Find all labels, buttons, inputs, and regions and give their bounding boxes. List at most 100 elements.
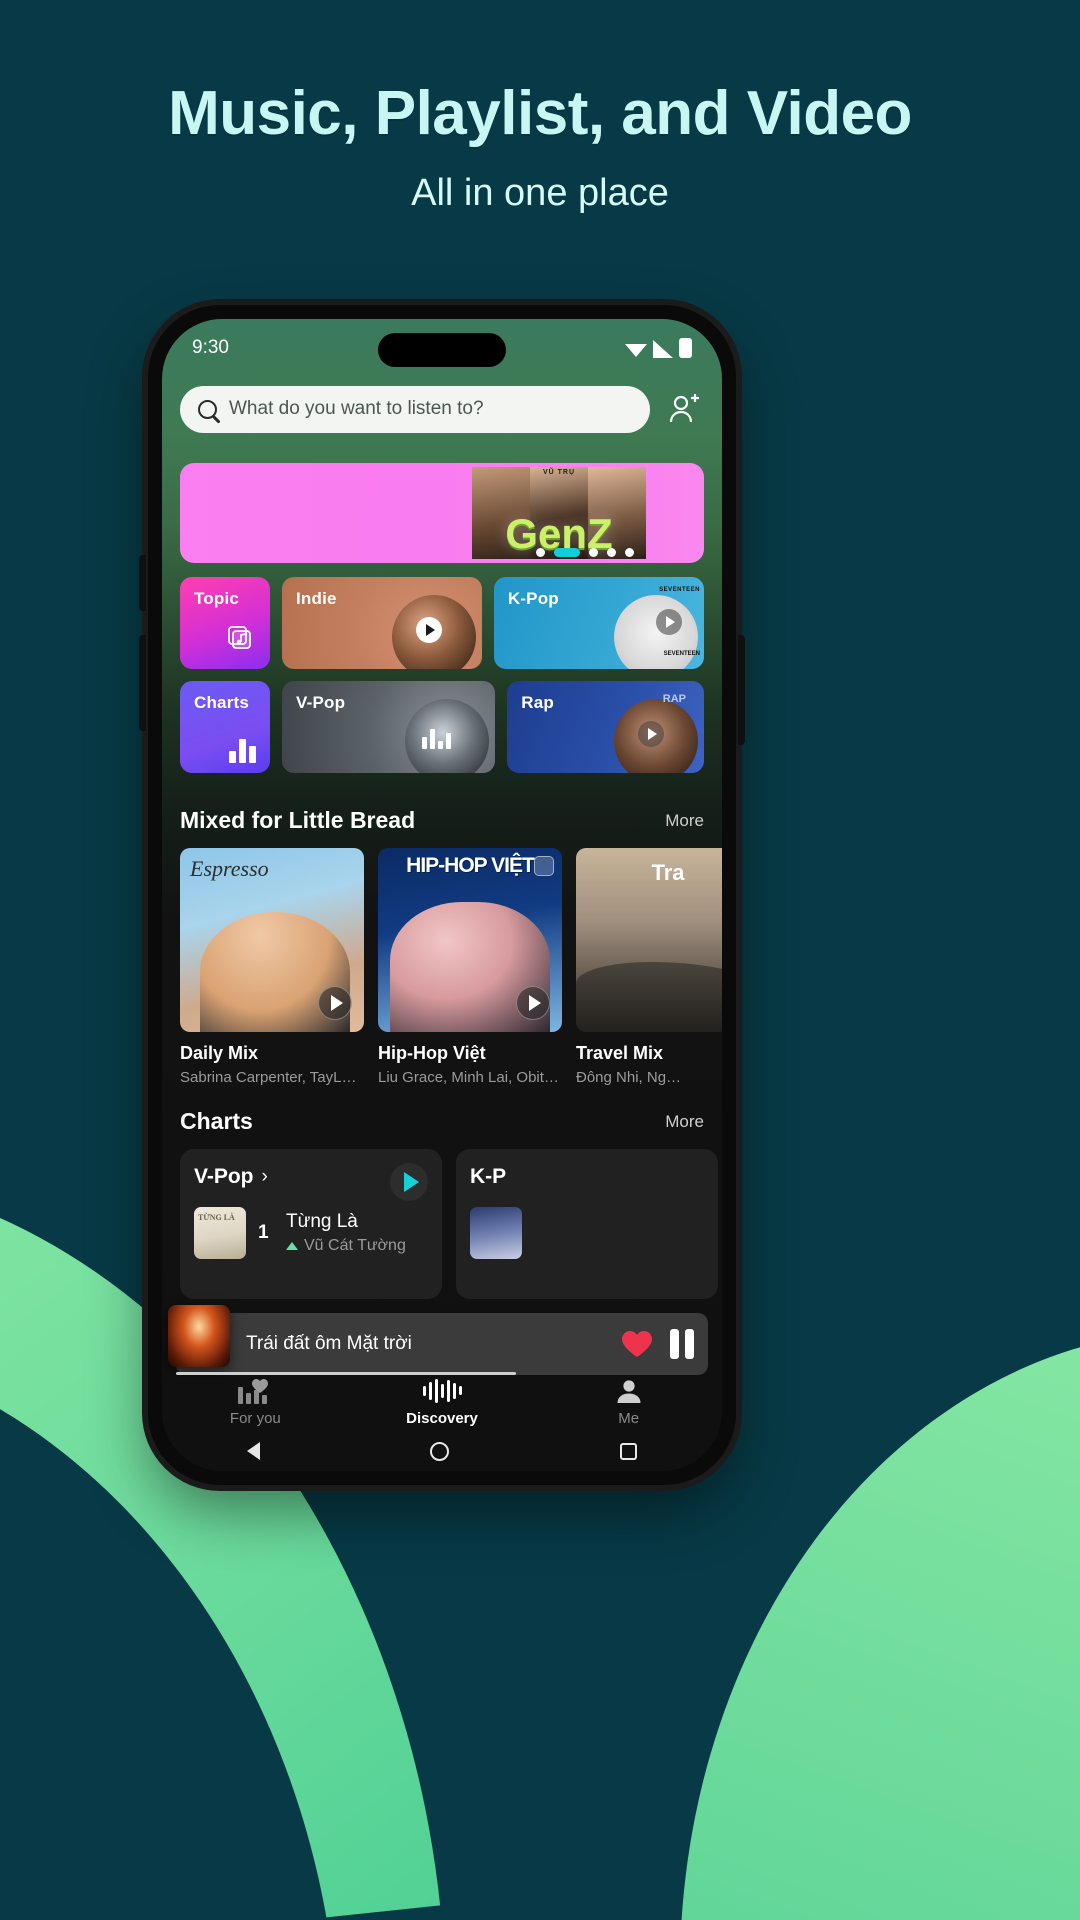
banner-kicker: VŨ TRỤ bbox=[542, 469, 576, 476]
mix-card-title: Hip-Hop Việt bbox=[378, 1043, 486, 1063]
promo-banner[interactable]: VŨ TRỤ GenZ Digitalk PLAYLIST bbox=[180, 463, 704, 563]
tile-row-2: Charts V-Pop Rap RAP bbox=[162, 681, 722, 773]
tile-row-1: Topic Indie K-Pop SEVENTEEN SEVENTEEN bbox=[162, 577, 722, 669]
chart-card[interactable]: K-P bbox=[456, 1149, 718, 1299]
tile-art-text-top: SEVENTEEN bbox=[659, 587, 700, 593]
bar-chart-icon bbox=[229, 737, 256, 763]
chart-card-row[interactable]: V-Pop › 1 Từng Là Vũ Cát Tường bbox=[162, 1149, 722, 1299]
status-time: 9:30 bbox=[192, 337, 229, 358]
playback-progress[interactable] bbox=[176, 1372, 517, 1375]
tile-art-text-bottom: SEVENTEEN bbox=[663, 651, 700, 657]
tile-label: V-Pop bbox=[296, 693, 346, 712]
search-placeholder: What do you want to listen to? bbox=[229, 398, 484, 419]
tile-label: Charts bbox=[194, 693, 250, 712]
recents-square-icon[interactable] bbox=[619, 1442, 637, 1460]
dynamic-island bbox=[378, 333, 506, 367]
battery-icon bbox=[679, 338, 692, 358]
mix-card-subtitle: Đông Nhi, Ng… bbox=[576, 1069, 682, 1086]
home-circle-icon[interactable] bbox=[430, 1441, 450, 1461]
now-playing-title: Trái đất ôm Mặt trời bbox=[246, 1333, 412, 1354]
tile-kpop[interactable]: K-Pop SEVENTEEN SEVENTEEN bbox=[493, 577, 704, 669]
play-icon[interactable] bbox=[390, 1163, 428, 1201]
chart-list-item[interactable]: 1 Từng Là Vũ Cát Tường bbox=[194, 1207, 428, 1259]
tile-charts[interactable]: Charts bbox=[180, 681, 270, 773]
tile-art-text-top: RAP bbox=[662, 693, 687, 705]
chart-card[interactable]: V-Pop › 1 Từng Là Vũ Cát Tường bbox=[180, 1149, 442, 1299]
tile-topic[interactable]: Topic bbox=[180, 577, 270, 669]
section-header-mixed: Mixed for Little Bread More bbox=[162, 785, 722, 848]
track-rank: 1 bbox=[258, 1222, 269, 1243]
stacked-music-cards-icon bbox=[226, 624, 256, 659]
tile-label: Topic bbox=[194, 589, 240, 608]
track-thumbnail bbox=[470, 1207, 522, 1259]
chart-card-title: K-P bbox=[470, 1165, 507, 1188]
waveform-icon bbox=[422, 1378, 462, 1404]
bottom-navigation: For you Discovery Me bbox=[162, 1373, 722, 1431]
mix-card-subtitle: Liu Grace, Minh Lai, Obit… bbox=[378, 1069, 559, 1086]
tile-indie[interactable]: Indie bbox=[282, 577, 482, 669]
tile-vpop[interactable]: V-Pop bbox=[282, 681, 496, 773]
signal-icon bbox=[653, 340, 673, 358]
mix-card-row[interactable]: Espresso Daily Mix Sabrina Carpenter, Ta… bbox=[162, 848, 722, 1086]
search-input[interactable]: What do you want to listen to? bbox=[180, 385, 650, 433]
phone-mockup: 9:30 What do you want to listen to? VŨ T… bbox=[139, 305, 745, 1485]
chart-card-header[interactable]: K-P bbox=[470, 1165, 704, 1189]
nav-label: For you bbox=[229, 1409, 281, 1427]
tile-rap[interactable]: Rap RAP bbox=[507, 681, 705, 773]
banner-artwork: VŨ TRỤ GenZ Digitalk PLAYLIST bbox=[472, 467, 646, 559]
track-artist-row: Vũ Cát Tường bbox=[286, 1237, 406, 1255]
mix-artwork: Espresso bbox=[180, 848, 364, 1032]
play-icon[interactable] bbox=[638, 721, 665, 747]
track-artist: Vũ Cát Tường bbox=[304, 1237, 406, 1254]
phone-screen: 9:30 What do you want to listen to? VŨ T… bbox=[162, 319, 722, 1471]
carousel-dot[interactable] bbox=[607, 548, 616, 557]
tile-label: Indie bbox=[296, 589, 337, 608]
track-title: Từng Là bbox=[286, 1211, 358, 1232]
section-more-link[interactable]: More bbox=[665, 811, 704, 831]
search-icon bbox=[198, 399, 217, 419]
nav-label: Me bbox=[618, 1409, 640, 1427]
carousel-dot[interactable] bbox=[625, 548, 634, 557]
mini-player[interactable]: Trái đất ôm Mặt trời bbox=[168, 1305, 708, 1375]
tile-label: Rap bbox=[521, 693, 554, 712]
mix-art-figure bbox=[576, 962, 722, 1032]
mix-card[interactable]: Tra Travel Mix Đông Nhi, Ng… bbox=[576, 848, 722, 1086]
heart-filled-icon[interactable] bbox=[620, 1329, 654, 1359]
carousel-dot-active[interactable] bbox=[554, 548, 580, 557]
category-tiles: Topic Indie K-Pop SEVENTEEN SEVENTEEN Ch… bbox=[162, 563, 722, 773]
search-row: What do you want to listen to? bbox=[162, 381, 722, 437]
nav-item-me[interactable]: Me bbox=[535, 1378, 722, 1427]
section-header-charts: Charts More bbox=[162, 1086, 722, 1149]
mix-card-subtitle: Sabrina Carpenter, TayL… bbox=[180, 1069, 357, 1086]
chart-list-item[interactable] bbox=[470, 1207, 704, 1259]
section-more-link[interactable]: More bbox=[665, 1112, 704, 1132]
tile-artwork bbox=[614, 595, 698, 669]
back-triangle-icon[interactable] bbox=[247, 1442, 261, 1460]
chevron-right-icon: › bbox=[261, 1166, 268, 1187]
explicit-badge-icon bbox=[534, 856, 554, 876]
play-icon[interactable] bbox=[415, 617, 442, 643]
track-meta: Từng Là Vũ Cát Tường bbox=[286, 1211, 406, 1255]
nav-item-for-you[interactable]: For you bbox=[162, 1378, 349, 1427]
trend-up-icon bbox=[286, 1242, 298, 1250]
play-icon[interactable] bbox=[318, 986, 352, 1020]
mix-card[interactable]: HIP-HOP VIỆT Hip-Hop Việt Liu Grace, Min… bbox=[378, 848, 562, 1086]
track-thumbnail bbox=[194, 1207, 246, 1259]
carousel-dots[interactable] bbox=[536, 548, 634, 557]
nav-item-discovery[interactable]: Discovery bbox=[349, 1378, 536, 1427]
user-tag-icon[interactable] bbox=[664, 389, 704, 429]
carousel-dot[interactable] bbox=[589, 548, 598, 557]
now-playing-artwork bbox=[168, 1305, 230, 1367]
pause-icon[interactable] bbox=[670, 1329, 694, 1359]
status-icons bbox=[625, 338, 692, 358]
chart-heart-icon bbox=[238, 1378, 272, 1404]
mix-card[interactable]: Espresso Daily Mix Sabrina Carpenter, Ta… bbox=[180, 848, 364, 1086]
nav-label: Discovery bbox=[406, 1409, 478, 1427]
power-button[interactable] bbox=[738, 635, 745, 745]
promo-screenshot: Music, Playlist, and Video All in one pl… bbox=[0, 0, 1080, 1920]
mix-artwork: HIP-HOP VIỆT bbox=[378, 848, 562, 1032]
carousel-dot[interactable] bbox=[536, 548, 545, 557]
equalizer-icon bbox=[422, 727, 452, 749]
play-icon[interactable] bbox=[516, 986, 550, 1020]
play-icon[interactable] bbox=[656, 609, 682, 635]
